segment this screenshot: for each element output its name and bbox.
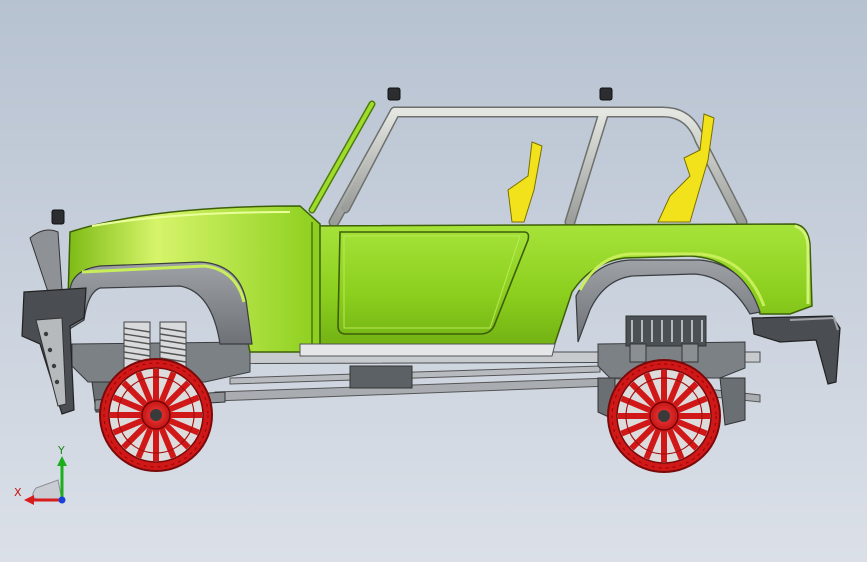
- rear-wheel[interactable]: [607, 359, 721, 473]
- roof-light-left: [387, 87, 401, 101]
- front-wheel[interactable]: [99, 358, 213, 472]
- transfer-case: [349, 365, 413, 389]
- rocker-panel: [299, 343, 556, 357]
- cad-scene[interactable]: Y X: [0, 0, 867, 562]
- bumper-light: [51, 209, 65, 225]
- cad-viewport[interactable]: Y X: [0, 0, 867, 562]
- triad-z-axis: [58, 496, 66, 504]
- triad-x-label: X: [14, 486, 22, 499]
- roof-light-right: [599, 87, 613, 101]
- triad-y-label: Y: [57, 444, 65, 457]
